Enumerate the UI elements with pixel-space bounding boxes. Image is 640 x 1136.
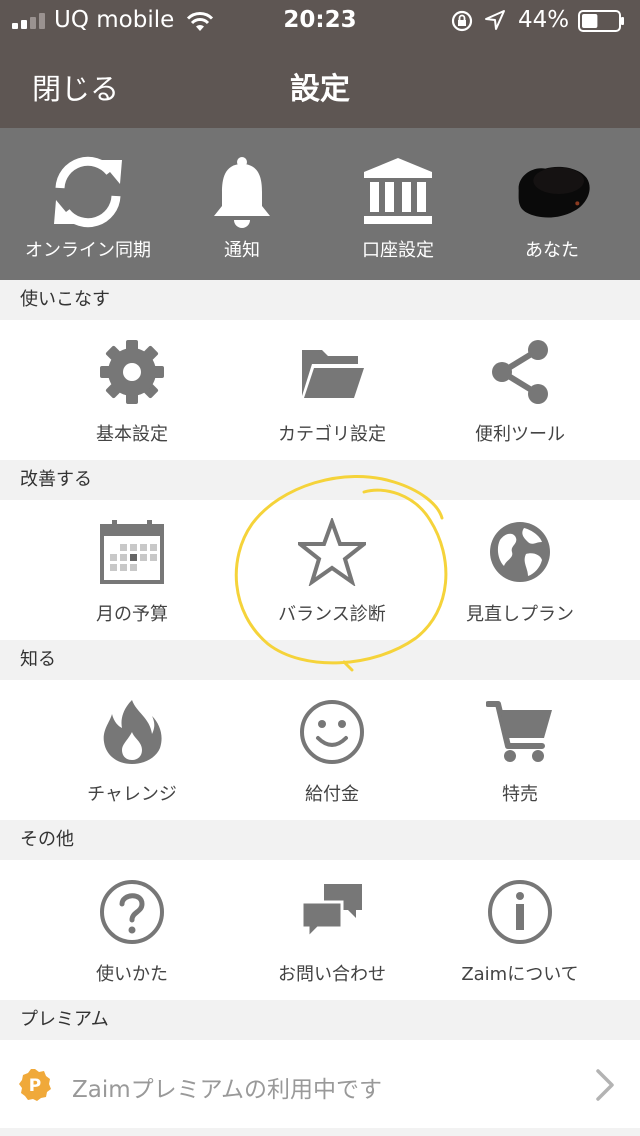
- balance-diagnosis-button[interactable]: バランス診断: [232, 500, 432, 640]
- about-zaim-label: Zaimについて: [461, 964, 579, 985]
- fire-icon: [103, 700, 162, 764]
- online-sync-label: オンライン同期: [25, 240, 151, 261]
- section-improve: 月の予算 バランス診断 見直しプラン: [0, 500, 640, 640]
- location-icon: [485, 10, 505, 30]
- about-zaim-button[interactable]: Zaimについて: [420, 860, 620, 1000]
- bottom-divider: [0, 1128, 640, 1136]
- basic-settings-label: 基本設定: [96, 424, 168, 445]
- how-to-use-button[interactable]: 使いかた: [32, 860, 232, 1000]
- share-icon: [492, 340, 548, 404]
- sale-button[interactable]: 特売: [420, 680, 620, 820]
- sync-icon: [54, 156, 122, 228]
- category-settings-label: カテゴリ設定: [278, 424, 386, 445]
- benefits-button[interactable]: 給付金: [232, 680, 432, 820]
- online-sync-button[interactable]: オンライン同期: [8, 128, 168, 280]
- contact-label: お問い合わせ: [278, 964, 386, 985]
- notifications-button[interactable]: 通知: [162, 128, 322, 280]
- premium-status-text: Zaimプレミアムの利用中です: [72, 1077, 383, 1103]
- help-icon: [100, 880, 164, 944]
- gear-icon: [100, 340, 164, 404]
- section-title-learn: 知る: [0, 640, 640, 680]
- top-menu: オンライン同期 通知 口座設定 あなた: [0, 128, 640, 280]
- section-title-improve: 改善する: [0, 460, 640, 500]
- star-icon: [298, 518, 366, 586]
- smile-icon: [300, 700, 364, 764]
- monthly-budget-label: 月の予算: [96, 604, 168, 625]
- profile-label: あなた: [525, 240, 579, 261]
- chevron-right-icon: [596, 1069, 614, 1101]
- review-plan-label: 見直しプラン: [466, 604, 574, 625]
- contact-button[interactable]: お問い合わせ: [232, 860, 432, 1000]
- balance-diagnosis-label: バランス診断: [278, 604, 386, 625]
- benefits-label: 給付金: [305, 784, 359, 805]
- section-title-master: 使いこなす: [0, 280, 640, 320]
- category-settings-button[interactable]: カテゴリ設定: [232, 320, 432, 460]
- how-to-use-label: 使いかた: [96, 964, 168, 985]
- svg-text:P: P: [29, 1076, 41, 1096]
- useful-tools-label: 便利ツール: [475, 424, 565, 445]
- section-other: 使いかた お問い合わせ Zaimについて: [0, 860, 640, 1000]
- battery-percent: 44%: [518, 7, 570, 33]
- monthly-budget-button[interactable]: 月の予算: [32, 500, 232, 640]
- cart-icon: [486, 701, 552, 762]
- challenge-label: チャレンジ: [87, 784, 177, 805]
- section-learn: チャレンジ 給付金 特売: [0, 680, 640, 820]
- close-button[interactable]: 閉じる: [32, 66, 119, 108]
- calendar-icon: [100, 520, 164, 584]
- rotation-lock-icon: [451, 10, 473, 32]
- profile-button[interactable]: あなた: [472, 128, 632, 280]
- folder-icon: [302, 350, 364, 398]
- basic-settings-button[interactable]: 基本設定: [32, 320, 232, 460]
- info-icon: [488, 880, 552, 944]
- account-settings-label: 口座設定: [362, 240, 434, 261]
- chat-icon: [300, 884, 362, 942]
- review-plan-button[interactable]: 見直しプラン: [420, 500, 620, 640]
- notifications-label: 通知: [224, 240, 260, 261]
- sale-label: 特売: [502, 784, 538, 805]
- bank-icon: [364, 158, 432, 224]
- premium-badge-icon: P: [19, 1069, 51, 1101]
- challenge-button[interactable]: チャレンジ: [32, 680, 232, 820]
- globe-icon: [490, 522, 550, 582]
- navigation-bar: 閉じる 設定: [0, 42, 640, 128]
- bell-icon: [214, 157, 270, 228]
- section-master: 基本設定 カテゴリ設定 便利ツール: [0, 320, 640, 460]
- status-bar: UQ mobile 20:23 44%: [0, 0, 640, 42]
- section-title-other: その他: [0, 820, 640, 860]
- premium-status-row[interactable]: P Zaimプレミアムの利用中です: [0, 1040, 640, 1128]
- account-settings-button[interactable]: 口座設定: [318, 128, 478, 280]
- section-title-premium: プレミアム: [0, 1000, 640, 1040]
- avatar: [518, 166, 590, 218]
- battery-icon: [578, 10, 624, 32]
- useful-tools-button[interactable]: 便利ツール: [420, 320, 620, 460]
